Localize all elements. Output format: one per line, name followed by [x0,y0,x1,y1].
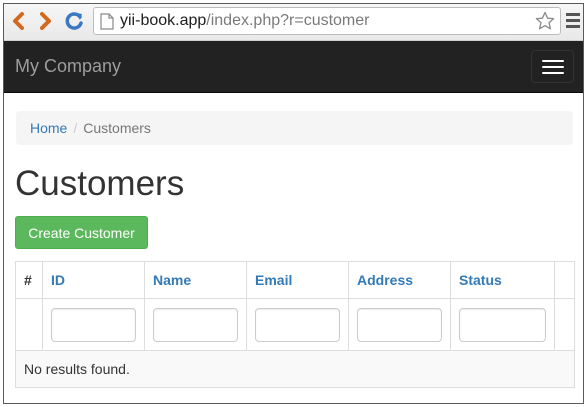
hamburger-icon [541,71,564,74]
name-filter-input[interactable] [153,307,238,342]
column-header-id: ID [42,261,145,299]
browser-window: yii-book.app/index.php?r=customer My Com… [3,3,584,404]
page-title: Customers [15,164,185,203]
back-arrow-icon [13,12,24,30]
browser-toolbar: yii-book.app/index.php?r=customer [4,4,583,41]
grid-header-row: # ID Name Email Address Status [15,261,575,299]
filter-cell-name [144,298,247,351]
address-bar[interactable]: yii-book.app/index.php?r=customer [93,7,561,35]
column-header-actions [554,261,575,299]
column-header-status: Status [450,261,555,299]
filter-cell-email [246,298,349,351]
filter-cell-address [348,298,451,351]
menu-icon[interactable] [565,11,581,29]
url-text: yii-book.app/index.php?r=customer [120,12,369,30]
brand-link[interactable]: My Company [15,56,121,77]
id-filter-input[interactable] [51,307,136,342]
filter-cell-actions [554,298,575,351]
breadcrumb-separator: / [73,120,78,136]
back-button[interactable] [7,10,29,32]
customers-grid: # ID Name Email Address Status No result… [15,261,575,388]
breadcrumb-home-link[interactable]: Home [30,120,67,136]
address-filter-input[interactable] [357,307,442,342]
sort-address-link[interactable]: Address [357,272,413,288]
column-header-serial: # [15,261,43,299]
forward-arrow-icon [40,12,51,30]
forward-button[interactable] [35,10,57,32]
url-host: yii-book.app [120,12,207,29]
app-navbar: My Company [4,41,583,93]
grid-filter-row [15,298,575,351]
breadcrumb-current: Customers [83,120,151,136]
empty-message: No results found. [15,350,575,388]
navbar-toggle-button[interactable] [531,50,574,83]
filter-cell-id [42,298,145,351]
reload-button[interactable] [63,10,85,32]
column-header-email: Email [246,261,349,299]
column-header-address: Address [348,261,451,299]
filter-cell-status [450,298,555,351]
sort-email-link[interactable]: Email [255,272,292,288]
column-header-name: Name [144,261,247,299]
sort-status-link[interactable]: Status [459,272,502,288]
status-filter-input[interactable] [459,307,546,342]
page-icon [100,13,114,30]
star-icon[interactable] [535,11,555,31]
email-filter-input[interactable] [255,307,340,342]
sort-name-link[interactable]: Name [153,272,191,288]
url-path: /index.php?r=customer [206,12,370,29]
sort-id-link[interactable]: ID [51,272,65,288]
breadcrumb: Home / Customers [16,111,573,145]
hamburger-icon [541,59,564,62]
hamburger-icon [541,65,564,68]
filter-cell-serial [15,298,43,351]
empty-row: No results found. [15,350,575,388]
create-customer-button[interactable]: Create Customer [15,216,148,249]
reload-icon [65,12,83,30]
